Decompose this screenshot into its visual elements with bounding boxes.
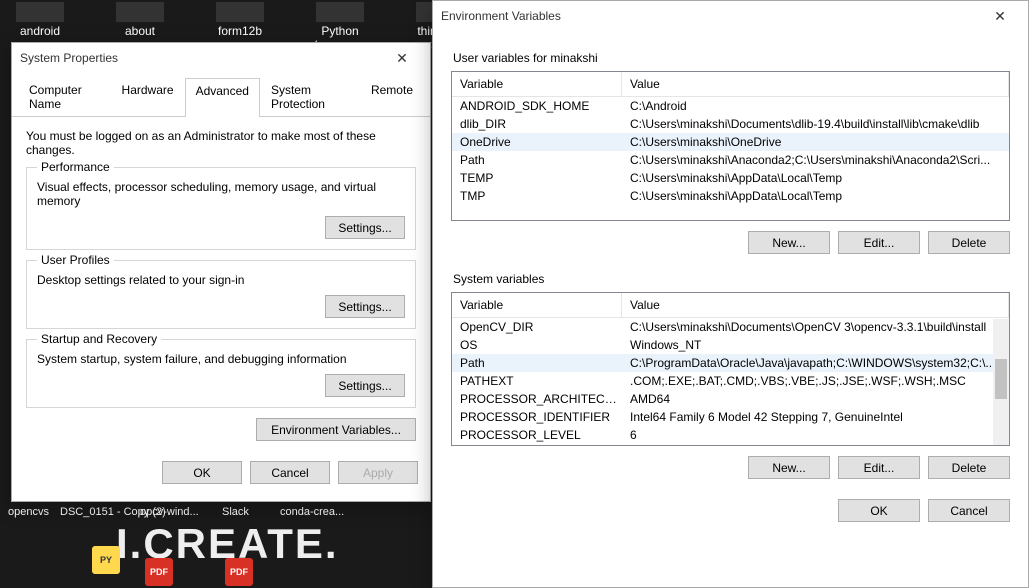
tab-hardware[interactable]: Hardware: [111, 77, 185, 116]
table-row[interactable]: PROCESSOR_LEVEL6: [452, 426, 1009, 444]
user-vars-listbox[interactable]: Variable Value ANDROID_SDK_HOMEC:\Androi…: [451, 71, 1010, 221]
var-name: OpenCV_DIR: [452, 320, 622, 334]
bg-label: conda-crea...: [280, 506, 344, 518]
tab-computer-name[interactable]: Computer Name: [18, 77, 111, 116]
var-value: .COM;.EXE;.BAT;.CMD;.VBS;.VBE;.JS;.JSE;.…: [622, 374, 1009, 388]
titlebar[interactable]: System Properties ✕: [12, 43, 430, 73]
user-delete-button[interactable]: Delete: [928, 231, 1010, 254]
bg-label: opcv-wind...: [140, 506, 199, 518]
var-value: C:\Users\minakshi\Documents\OpenCV 3\ope…: [622, 320, 1009, 334]
tab-strip: Computer Name Hardware Advanced System P…: [12, 77, 430, 117]
close-icon[interactable]: ✕: [980, 8, 1020, 25]
table-row[interactable]: PATHEXT.COM;.EXE;.BAT;.CMD;.VBS;.VBE;.JS…: [452, 372, 1009, 390]
user-profiles-group: User Profiles Desktop settings related t…: [26, 260, 416, 329]
var-value: Windows_NT: [622, 338, 1009, 352]
performance-group: Performance Visual effects, processor sc…: [26, 167, 416, 250]
environment-variables-window: Environment Variables ✕ User variables f…: [432, 0, 1029, 588]
user-new-button[interactable]: New...: [748, 231, 830, 254]
window-title: Environment Variables: [441, 9, 980, 23]
var-name: PATHEXT: [452, 374, 622, 388]
var-value: C:\ProgramData\Oracle\Java\javapath;C:\W…: [622, 356, 1009, 370]
var-name: Path: [452, 356, 622, 370]
col-header-value[interactable]: Value: [622, 72, 1009, 96]
col-header-value[interactable]: Value: [622, 293, 1009, 317]
table-row[interactable]: ANDROID_SDK_HOMEC:\Android: [452, 97, 1009, 115]
tab-system-protection[interactable]: System Protection: [260, 77, 360, 116]
table-row[interactable]: PROCESSOR_ARCHITECTUREAMD64: [452, 390, 1009, 408]
var-value: C:\Users\minakshi\Documents\dlib-19.4\bu…: [622, 117, 1009, 131]
close-icon[interactable]: ✕: [382, 50, 422, 67]
ok-button[interactable]: OK: [162, 461, 242, 484]
var-value: C:\Android: [622, 99, 1009, 113]
var-value: C:\Users\minakshi\Anaconda2;C:\Users\min…: [622, 153, 1009, 167]
system-vars-label: System variables: [453, 272, 1010, 286]
cancel-button[interactable]: Cancel: [928, 499, 1010, 522]
table-row[interactable]: PathC:\Users\minakshi\Anaconda2;C:\Users…: [452, 151, 1009, 169]
var-value: 6: [622, 428, 1009, 442]
pdf-icon: PDF: [225, 558, 253, 586]
var-value: C:\Users\minakshi\AppData\Local\Temp: [622, 171, 1009, 185]
user-edit-button[interactable]: Edit...: [838, 231, 920, 254]
dialog-footer: OK Cancel Apply: [12, 453, 430, 492]
bg-label: opencvs: [8, 506, 49, 518]
table-row[interactable]: dlib_DIRC:\Users\minakshi\Documents\dlib…: [452, 115, 1009, 133]
group-desc: Visual effects, processor scheduling, me…: [37, 180, 405, 208]
var-name: Path: [452, 153, 622, 167]
var-name: ANDROID_SDK_HOME: [452, 99, 622, 113]
var-value: AMD64: [622, 392, 1009, 406]
startup-settings-button[interactable]: Settings...: [325, 374, 405, 397]
var-name: TMP: [452, 189, 622, 203]
ok-button[interactable]: OK: [838, 499, 920, 522]
group-desc: Desktop settings related to your sign-in: [37, 273, 405, 287]
list-headers[interactable]: Variable Value: [452, 72, 1009, 97]
var-value: C:\Users\minakshi\AppData\Local\Temp: [622, 189, 1009, 203]
user-vars-label: User variables for minakshi: [453, 51, 1010, 65]
system-edit-button[interactable]: Edit...: [838, 456, 920, 479]
group-title: Startup and Recovery: [37, 332, 161, 346]
performance-settings-button[interactable]: Settings...: [325, 216, 405, 239]
table-row[interactable]: OSWindows_NT: [452, 336, 1009, 354]
group-title: User Profiles: [37, 253, 114, 267]
table-row[interactable]: TMPC:\Users\minakshi\AppData\Local\Temp: [452, 187, 1009, 205]
titlebar[interactable]: Environment Variables ✕: [433, 1, 1028, 31]
col-header-variable[interactable]: Variable: [452, 72, 622, 96]
tab-remote[interactable]: Remote: [360, 77, 424, 116]
group-desc: System startup, system failure, and debu…: [37, 352, 405, 366]
table-row[interactable]: PathC:\ProgramData\Oracle\Java\javapath;…: [452, 354, 1009, 372]
table-row[interactable]: OpenCV_DIRC:\Users\minakshi\Documents\Op…: [452, 318, 1009, 336]
admin-note: You must be logged on as an Administrato…: [26, 129, 416, 157]
py-icon: PY: [92, 546, 120, 574]
system-delete-button[interactable]: Delete: [928, 456, 1010, 479]
bg-label: Slack: [222, 506, 249, 518]
var-value: C:\Users\minakshi\OneDrive: [622, 135, 1009, 149]
system-new-button[interactable]: New...: [748, 456, 830, 479]
window-title: System Properties: [20, 51, 382, 65]
cancel-button[interactable]: Cancel: [250, 461, 330, 484]
table-row[interactable]: OneDriveC:\Users\minakshi\OneDrive: [452, 133, 1009, 151]
var-value: Intel64 Family 6 Model 42 Stepping 7, Ge…: [622, 410, 1009, 424]
tab-advanced[interactable]: Advanced: [185, 78, 260, 117]
system-properties-window: System Properties ✕ Computer Name Hardwa…: [11, 42, 431, 502]
group-title: Performance: [37, 160, 114, 174]
col-header-variable[interactable]: Variable: [452, 293, 622, 317]
pdf-icon: PDF: [145, 558, 173, 586]
var-name: PROCESSOR_IDENTIFIER: [452, 410, 622, 424]
apply-button[interactable]: Apply: [338, 461, 418, 484]
startup-recovery-group: Startup and Recovery System startup, sys…: [26, 339, 416, 408]
var-name: dlib_DIR: [452, 117, 622, 131]
system-vars-listbox[interactable]: Variable Value OpenCV_DIRC:\Users\minaks…: [451, 292, 1010, 446]
var-name: OS: [452, 338, 622, 352]
scrollbar[interactable]: [993, 319, 1009, 445]
environment-variables-button[interactable]: Environment Variables...: [256, 418, 416, 441]
var-name: OneDrive: [452, 135, 622, 149]
var-name: PROCESSOR_LEVEL: [452, 428, 622, 442]
list-headers[interactable]: Variable Value: [452, 293, 1009, 318]
scrollbar-thumb[interactable]: [995, 359, 1007, 399]
user-profiles-settings-button[interactable]: Settings...: [325, 295, 405, 318]
var-name: TEMP: [452, 171, 622, 185]
table-row[interactable]: TEMPC:\Users\minakshi\AppData\Local\Temp: [452, 169, 1009, 187]
var-name: PROCESSOR_ARCHITECTURE: [452, 392, 622, 406]
table-row[interactable]: PROCESSOR_IDENTIFIERIntel64 Family 6 Mod…: [452, 408, 1009, 426]
